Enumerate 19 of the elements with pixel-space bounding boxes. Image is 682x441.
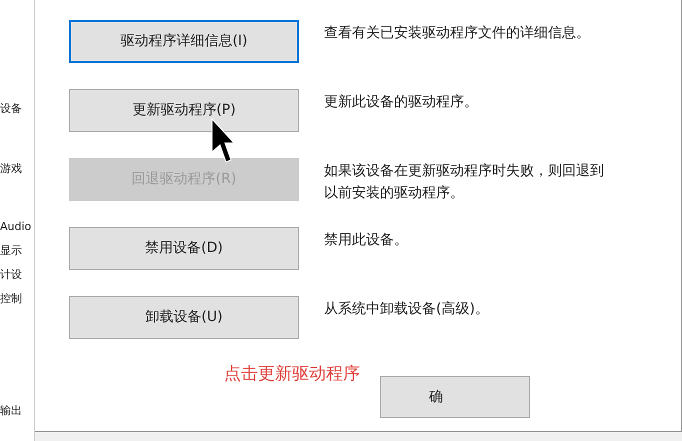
action-button[interactable]: 驱动程序详细信息(I) — [69, 20, 299, 63]
list-item-text: 计设 — [0, 267, 23, 283]
ok-button[interactable]: 确 — [380, 376, 530, 418]
list-item-text: 输出 — [0, 403, 23, 419]
list-item-text: 控制 — [0, 291, 23, 307]
action-description: 如果该设备在更新驱动程序时失败，则回退到以前安装的驱动程序。 — [324, 162, 605, 203]
list-item-text: 显示 — [0, 243, 23, 259]
list-item-text: 设备 — [0, 101, 23, 117]
cursor-icon — [211, 118, 235, 164]
action-button[interactable]: 更新驱动程序(P) — [69, 89, 299, 132]
action-button[interactable]: 禁用设备(D) — [69, 227, 299, 270]
action-description: 查看有关已安装驱动程序文件的详细信息。 — [324, 24, 591, 43]
annotation-text: 点击更新驱动程序 — [224, 363, 360, 386]
list-item-text: Audio — [0, 219, 32, 235]
action-description: 更新此设备的驱动程序。 — [324, 93, 479, 112]
action-button[interactable]: 卸载设备(U) — [69, 296, 299, 339]
action-description: 禁用此设备。 — [324, 231, 409, 250]
action-description: 从系统中卸载设备(高级)。 — [324, 300, 490, 319]
list-item-text: 游戏 — [0, 161, 23, 177]
